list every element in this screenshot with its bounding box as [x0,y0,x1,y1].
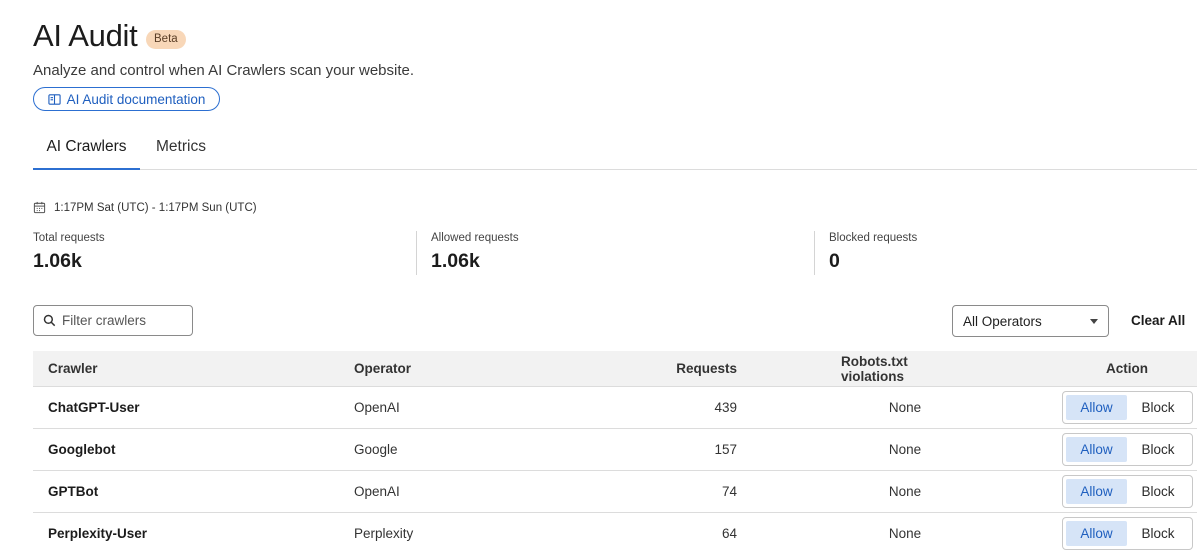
tab-bar: AI Crawlers Metrics [33,126,1197,170]
crawler-name: GPTBot [48,484,99,499]
robots-violations: None [888,526,922,541]
request-count: 439 [714,400,737,415]
allow-button[interactable]: Allow [1066,521,1127,546]
crawler-name: ChatGPT-User [48,400,140,415]
book-icon [47,93,61,105]
column-header-robots-violations[interactable]: Robots.txt violations [841,351,969,386]
allow-button[interactable]: Allow [1066,479,1127,504]
stat-value: 1.06k [431,250,480,272]
column-header-requests[interactable]: Requests [676,351,737,386]
column-header-crawler[interactable]: Crawler [48,351,98,386]
allow-button[interactable]: Allow [1066,437,1127,462]
page-title: AI Audit [33,18,138,53]
block-button[interactable]: Block [1127,479,1189,504]
filter-crawlers-box[interactable] [33,305,193,336]
column-header-action: Action [1106,361,1148,376]
stat-divider [814,231,815,275]
tab-metrics[interactable]: Metrics [149,126,213,170]
date-range-label: 1:17PM Sat (UTC) - 1:17PM Sun (UTC) [54,201,257,214]
crawlers-table: Crawler Operator Requests Robots.txt vio… [33,351,1197,554]
request-count: 74 [721,484,737,499]
date-range[interactable]: 1:17PM Sat (UTC) - 1:17PM Sun (UTC) [33,201,257,214]
block-button[interactable]: Block [1127,521,1189,546]
table-header: Crawler Operator Requests Robots.txt vio… [33,351,1197,387]
robots-violations: None [888,400,922,415]
stat-label: Blocked requests [829,232,918,244]
operator-name: Perplexity [354,526,414,541]
stat-divider [416,231,417,275]
robots-violations: None [888,442,922,457]
allow-block-toggle: Allow Block [1062,391,1193,424]
operator-select-value: All Operators [963,313,1042,329]
beta-badge: Beta [146,30,186,49]
crawler-name: Googlebot [48,442,116,457]
table-row: Googlebot Google 157 None Allow Block [33,429,1197,471]
table-row: GPTBot OpenAI 74 None Allow Block [33,471,1197,513]
calendar-icon [33,201,46,214]
filter-crawlers-input[interactable] [62,313,182,328]
request-count: 157 [714,442,737,457]
operator-select[interactable]: All Operators [952,305,1109,337]
stat-blocked-requests: Blocked requests 0 [829,232,917,274]
page-subtitle: Analyze and control when AI Crawlers sca… [33,62,415,79]
allow-block-toggle: Allow Block [1062,433,1193,466]
crawler-name: Perplexity-User [48,526,148,541]
robots-violations: None [888,484,922,499]
table-row: Perplexity-User Perplexity 64 None Allow… [33,513,1197,554]
stat-value: 0 [829,250,840,272]
operator-name: Google [354,442,398,457]
stat-label: Total requests [33,232,105,244]
table-row: ChatGPT-User OpenAI 439 None Allow Block [33,387,1197,429]
operator-name: OpenAI [354,484,400,499]
clear-all-button[interactable]: Clear All [1131,313,1185,328]
request-count: 64 [721,526,737,541]
allow-block-toggle: Allow Block [1062,475,1193,508]
tab-ai-crawlers[interactable]: AI Crawlers [33,126,140,170]
block-button[interactable]: Block [1127,437,1189,462]
search-icon [43,314,56,327]
column-header-operator[interactable]: Operator [354,351,411,386]
allow-button[interactable]: Allow [1066,395,1127,420]
stat-label: Allowed requests [431,232,519,244]
stat-value: 1.06k [33,250,82,272]
allow-block-toggle: Allow Block [1062,517,1193,550]
operator-name: OpenAI [354,400,400,415]
stat-allowed-requests: Allowed requests 1.06k [431,232,519,274]
stat-total-requests: Total requests 1.06k [33,232,105,274]
block-button[interactable]: Block [1127,395,1189,420]
documentation-link[interactable]: AI Audit documentation [33,87,220,111]
caret-down-icon [1090,318,1098,324]
documentation-link-label: AI Audit documentation [66,91,206,107]
